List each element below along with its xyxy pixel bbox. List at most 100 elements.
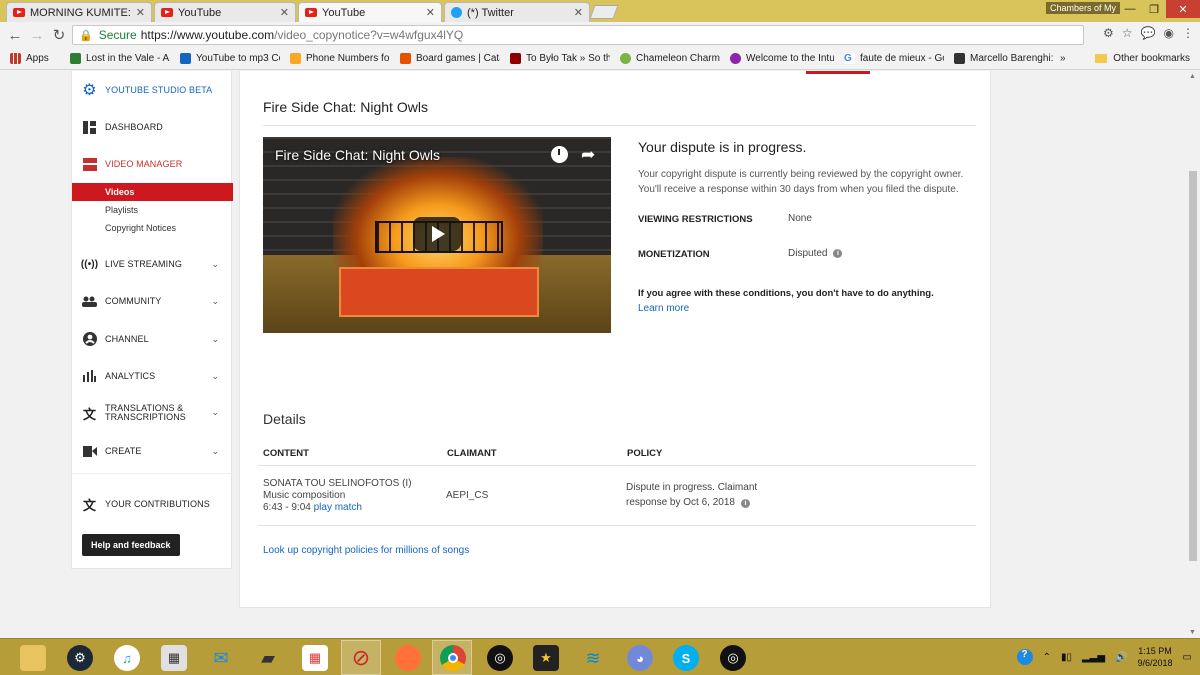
share-icon[interactable]: ➦	[581, 145, 595, 165]
sidebar-item-channel[interactable]: CHANNEL	[82, 332, 149, 346]
bookmark-item[interactable]: Chameleon Charm - C	[620, 53, 720, 64]
chevron-down-icon[interactable]: ⌄	[211, 296, 219, 307]
volume-icon[interactable]: 🔊	[1115, 652, 1127, 663]
divider	[258, 465, 976, 466]
firefox-icon[interactable]	[395, 645, 421, 671]
bookmark-apps[interactable]: Apps	[10, 53, 60, 64]
bookmark-item[interactable]: Gfaute de mieux - Goo	[844, 53, 944, 64]
chrome-icon[interactable]	[440, 645, 466, 671]
help-and-feedback-button[interactable]: Help and feedback	[82, 534, 180, 556]
sidebar-item-community[interactable]: COMMUNITY	[82, 294, 161, 308]
chevron-down-icon[interactable]: ⌄	[211, 371, 219, 382]
bookmark-item[interactable]: Marcello Barenghi: D	[954, 53, 1054, 64]
discord-icon[interactable]: ◕	[627, 645, 653, 671]
obs-icon[interactable]: ◎	[720, 645, 746, 671]
sidebar-item-video-manager[interactable]: VIDEO MANAGER	[82, 157, 182, 171]
scroll-up-icon[interactable]: ▲	[1189, 73, 1196, 80]
tab-twitter[interactable]: (*) Twitter ✕	[444, 2, 590, 22]
sidebar-item-playlists[interactable]: Playlists	[72, 201, 233, 219]
apps-grid-icon	[10, 53, 21, 64]
window-close-icon[interactable]: ✕	[1166, 0, 1200, 18]
bookmark-item[interactable]: Board games | Catan	[400, 53, 500, 64]
chevron-down-icon[interactable]: ⌄	[211, 407, 219, 418]
play-button[interactable]	[413, 217, 461, 251]
thunderbird-icon[interactable]: ✉	[208, 645, 234, 671]
sidebar-item-studio-beta[interactable]: ⚙ YOUTUBE STUDIO BETA	[82, 82, 212, 99]
file-explorer-icon[interactable]	[20, 645, 46, 671]
sidebar-item-live-streaming[interactable]: ((•)) LIVE STREAMING	[81, 257, 182, 271]
column-header-policy: POLICY	[627, 448, 663, 459]
close-icon[interactable]: ✕	[574, 6, 583, 19]
itunes-icon[interactable]: ♫	[114, 645, 140, 671]
play-match-link[interactable]: play match	[314, 502, 362, 513]
minimize-icon[interactable]: —	[1118, 0, 1142, 18]
page-scrollbar[interactable]: ▲ ▼	[1186, 71, 1200, 638]
bookmarks-overflow[interactable]: »	[1060, 53, 1066, 64]
extension-icon[interactable]: 💬	[1141, 26, 1156, 40]
url-text: https://www.youtube.com/video_copynotice…	[141, 28, 464, 42]
sidebar-item-create[interactable]: CREATE	[82, 444, 141, 458]
watch-later-icon[interactable]	[551, 146, 568, 163]
extension-icon[interactable]: ⚙	[1103, 26, 1114, 40]
bird-app-icon[interactable]: ≋	[580, 645, 606, 671]
sidebar-item-your-contributions[interactable]: 文 YOUR CONTRIBUTIONS	[82, 497, 210, 513]
twitter-icon	[451, 7, 462, 18]
skype-icon[interactable]: S	[673, 645, 699, 671]
bookmark-favicon	[510, 53, 521, 64]
bookmark-star-icon[interactable]: ☆	[1122, 26, 1133, 40]
close-icon[interactable]: ✕	[280, 6, 289, 19]
sidebar-item-analytics[interactable]: ANALYTICS	[82, 369, 155, 383]
bookmark-item[interactable]: To Było Tak » So the	[510, 53, 610, 64]
battery-icon[interactable]: ▮▯	[1061, 652, 1072, 663]
help-icon[interactable]: ?	[1016, 649, 1033, 665]
tab-youtube-active[interactable]: YouTube ✕	[298, 2, 442, 22]
lookup-copyright-policies-link[interactable]: Look up copyright policies for millions …	[263, 545, 469, 556]
bookmark-item[interactable]: Welcome to the Intu	[730, 53, 834, 64]
obs-icon[interactable]: ◎	[487, 645, 513, 671]
learn-more-link[interactable]: Learn more	[638, 303, 689, 314]
extension-icon[interactable]: ◉	[1164, 26, 1174, 40]
bookmark-item[interactable]: Lost in the Vale - A lo	[70, 53, 170, 64]
chevron-down-icon[interactable]: ⌄	[211, 334, 219, 345]
tablet-icon[interactable]: ▰	[255, 645, 281, 671]
info-icon[interactable]: i	[833, 249, 843, 258]
calculator-icon[interactable]: ▦	[161, 645, 187, 671]
scrollbar-thumb[interactable]	[1189, 171, 1197, 561]
scroll-down-icon[interactable]: ▼	[1189, 629, 1196, 636]
blocked-icon[interactable]: ⊘	[348, 645, 374, 671]
sidebar-item-dashboard[interactable]: DASHBOARD	[82, 120, 163, 134]
steam-icon[interactable]: ⚙	[67, 645, 93, 671]
network-icon[interactable]: ▂▃▅	[1082, 652, 1105, 663]
back-icon[interactable]: ←	[4, 27, 26, 44]
bookmark-favicon	[70, 53, 81, 64]
video-title[interactable]: Fire Side Chat: Night Owls	[275, 147, 440, 163]
video-player[interactable]: Fire Side Chat: Night Owls ➦	[263, 137, 611, 333]
bookmark-item[interactable]: Phone Numbers for S	[290, 53, 390, 64]
details-heading: Details	[263, 411, 306, 427]
tab-morning-kumite[interactable]: MORNING KUMITE: CINC ✕	[6, 2, 152, 22]
show-hidden-icons[interactable]: ⌃	[1043, 652, 1051, 663]
window-controls: — ❐ ✕	[1118, 0, 1200, 18]
tab-youtube[interactable]: YouTube ✕	[154, 2, 296, 22]
sidebar-item-copyright-notices[interactable]: Copyright Notices	[72, 219, 233, 237]
close-icon[interactable]: ✕	[136, 6, 145, 19]
bookmark-item[interactable]: YouTube to mp3 Con	[180, 53, 280, 64]
sidebar-item-videos[interactable]: Videos	[72, 183, 233, 201]
reload-icon[interactable]: ↻	[48, 26, 70, 44]
url-input[interactable]: 🔒 Secure https://www.youtube.com/video_c…	[72, 25, 1084, 45]
notifications-icon[interactable]: ▭	[1183, 652, 1192, 663]
new-tab-button[interactable]	[589, 5, 619, 19]
sidebar-item-translations[interactable]: 文 TRANSLATIONS & TRANSCRIPTIONS	[82, 404, 186, 422]
chevron-down-icon[interactable]: ⌄	[211, 259, 219, 270]
other-bookmarks[interactable]: Other bookmarks	[1095, 53, 1190, 64]
forward-icon[interactable]: →	[26, 27, 48, 44]
close-icon[interactable]: ✕	[426, 6, 435, 19]
video-manager-icon	[82, 157, 97, 171]
menu-icon[interactable]: ⋮	[1182, 26, 1194, 40]
info-icon[interactable]: i	[740, 499, 750, 508]
system-clock[interactable]: 1:15 PM 9/6/2018	[1138, 645, 1173, 669]
restore-icon[interactable]: ❐	[1142, 0, 1166, 18]
app-grid-icon[interactable]: ▦	[302, 645, 328, 671]
chevron-down-icon[interactable]: ⌄	[211, 446, 219, 457]
movie-maker-icon[interactable]: ★	[533, 645, 559, 671]
